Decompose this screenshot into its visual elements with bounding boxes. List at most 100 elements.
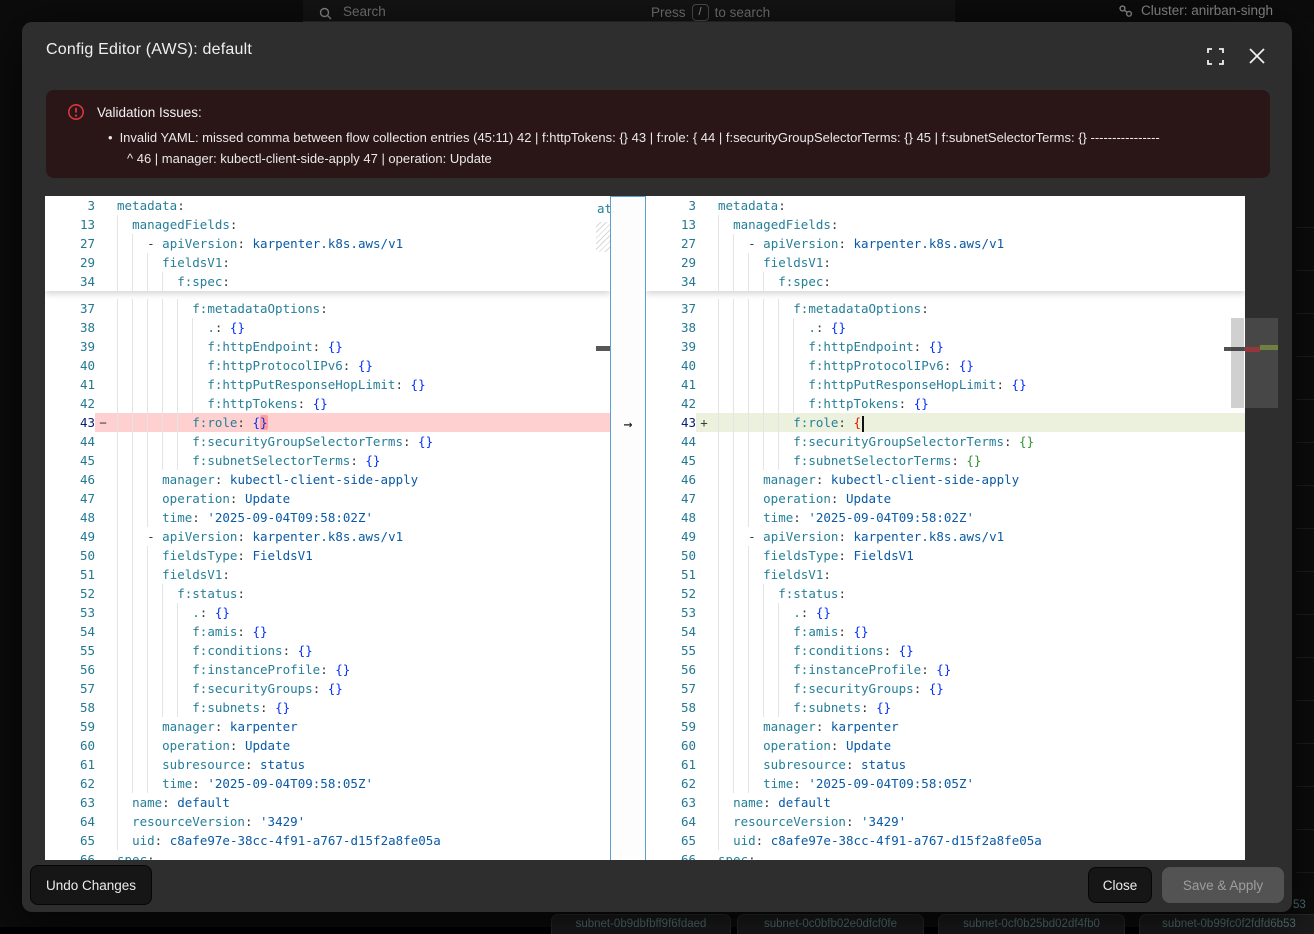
code-line-text[interactable]: uid: c8afe97e-38cc-4f91-a767-d15f2a8fe05…	[111, 831, 610, 850]
code-line-text[interactable]: fieldsType: FieldsV1	[712, 546, 1245, 565]
code-line-text[interactable]: spec:	[712, 850, 1245, 860]
indent-guide	[748, 565, 749, 584]
code-line-text[interactable]: fieldsV1:	[111, 565, 610, 584]
original-editor[interactable]: 3metadata:13 managedFields:27 - apiVersi…	[45, 196, 610, 860]
code-line-text[interactable]: operation: Update	[712, 736, 1245, 755]
code-line-text[interactable]: - apiVersion: karpenter.k8s.aws/v1	[712, 527, 1245, 546]
code-line-text[interactable]: operation: Update	[111, 736, 610, 755]
code-line-text[interactable]: f:metadataOptions:	[111, 299, 610, 318]
indent-guide	[162, 337, 163, 356]
diff-marker	[95, 318, 111, 337]
code-line-text[interactable]: subresource: status	[712, 755, 1245, 774]
code-line-text[interactable]: f:subnetSelectorTerms: {}	[111, 451, 610, 470]
fullscreen-button[interactable]	[1202, 43, 1228, 69]
code-lines[interactable]: 37 f:metadataOptions:38 .: {}39 f:httpEn…	[45, 291, 610, 860]
subnet-chip[interactable]: subnet-0c0bfb02e0dfcf0fe	[737, 914, 924, 934]
code-line-text[interactable]: f:httpProtocolIPv6: {}	[712, 356, 1245, 375]
code-line-text[interactable]: f:subnetSelectorTerms: {}	[712, 451, 1245, 470]
close-button[interactable]: Close	[1088, 867, 1152, 903]
code-line-text[interactable]: manager: kubectl-client-side-apply	[712, 470, 1245, 489]
code-line-text[interactable]: f:subnets: {}	[712, 698, 1245, 717]
code-line-text[interactable]: time: '2025-09-04T09:58:05Z'	[712, 774, 1245, 793]
code-line-text[interactable]: f:conditions: {}	[712, 641, 1245, 660]
sticky-scroll[interactable]: 3metadata:13 managedFields:27 - apiVersi…	[45, 196, 610, 291]
sticky-scroll[interactable]: 3metadata:13 managedFields:27 - apiVersi…	[646, 196, 1245, 291]
code-line-text[interactable]: f:securityGroupSelectorTerms: {}	[111, 432, 610, 451]
code-line-text[interactable]: f:subnets: {}	[111, 698, 610, 717]
save-apply-button[interactable]: Save & Apply	[1162, 867, 1284, 903]
code-line-text[interactable]: f:conditions: {}	[111, 641, 610, 660]
overview-ruler-slider[interactable]	[1245, 318, 1278, 408]
code-line-text[interactable]: f:role: {}	[111, 413, 610, 432]
code-line-text[interactable]: f:metadataOptions:	[712, 299, 1245, 318]
code-line-text[interactable]: name: default	[712, 793, 1245, 812]
apply-change-arrow-button[interactable]: →	[611, 414, 645, 433]
subnet-chip[interactable]: subnet-0cf0b25bd02df4fb0	[938, 914, 1125, 934]
code-line-text[interactable]: f:securityGroupSelectorTerms: {}	[712, 432, 1245, 451]
code-line-text[interactable]: f:role: {	[712, 413, 1245, 432]
code-line-text[interactable]: operation: Update	[111, 489, 610, 508]
diff-editor[interactable]: 3metadata:13 managedFields:27 - apiVersi…	[45, 196, 1245, 860]
code-line-text[interactable]: f:instanceProfile: {}	[111, 660, 610, 679]
code-line-text[interactable]: f:httpProtocolIPv6: {}	[111, 356, 610, 375]
code-line-text[interactable]: manager: kubectl-client-side-apply	[111, 470, 610, 489]
code-line-text[interactable]: .: {}	[111, 603, 610, 622]
code-line-text[interactable]: name: default	[111, 793, 610, 812]
line-number: 62	[45, 774, 95, 793]
code-line-text[interactable]: time: '2025-09-04T09:58:02Z'	[111, 508, 610, 527]
subnet-chip[interactable]: subnet-0b9dbfbff9f6fdaed	[551, 914, 731, 934]
code-line-text[interactable]: resourceVersion: '3429'	[111, 812, 610, 831]
code-line-text[interactable]: f:status:	[111, 584, 610, 603]
code-line-text[interactable]: metadata:	[712, 196, 1245, 215]
code-line-text[interactable]: .: {}	[111, 318, 610, 337]
cluster-indicator[interactable]: Cluster: anirban-singh	[1118, 3, 1273, 18]
cluster-label: Cluster: anirban-singh	[1141, 3, 1273, 18]
code-line-text[interactable]: f:httpPutResponseHopLimit: {}	[712, 375, 1245, 394]
code-line-text[interactable]: fieldsV1:	[712, 253, 1245, 272]
code-line-text[interactable]: f:httpTokens: {}	[712, 394, 1245, 413]
code-line-text[interactable]: fieldsV1:	[111, 253, 610, 272]
modified-editor-scrollbar-slider[interactable]	[1231, 318, 1244, 408]
code-lines[interactable]: 37 f:metadataOptions:38 .: {}39 f:httpEn…	[646, 291, 1245, 860]
code-line-text[interactable]: f:httpPutResponseHopLimit: {}	[111, 375, 610, 394]
code-line-text[interactable]: time: '2025-09-04T09:58:05Z'	[111, 774, 610, 793]
code-line-text[interactable]: spec:	[111, 850, 610, 860]
code-line-text[interactable]: manager: karpenter	[712, 717, 1245, 736]
global-search-box[interactable]: Search Press / to search	[303, 0, 955, 22]
code-line-text[interactable]: uid: c8afe97e-38cc-4f91-a767-d15f2a8fe05…	[712, 831, 1245, 850]
code-line-text[interactable]: f:spec:	[111, 272, 610, 291]
code-line-text[interactable]: f:status:	[712, 584, 1245, 603]
undo-changes-button[interactable]: Undo Changes	[30, 865, 152, 905]
code-line-text[interactable]: f:amis: {}	[712, 622, 1245, 641]
code-line-text[interactable]: f:securityGroups: {}	[712, 679, 1245, 698]
code-line-text[interactable]: - apiVersion: karpenter.k8s.aws/v1	[111, 527, 610, 546]
code-line-text[interactable]: .: {}	[712, 318, 1245, 337]
indent-guide	[177, 622, 178, 641]
diff-marker	[95, 622, 111, 641]
code-line-text[interactable]: managedFields:	[111, 215, 610, 234]
modal-close-button[interactable]	[1244, 43, 1270, 69]
subnet-chip[interactable]: subnet-0b99fc0f2fdfd6b53	[1139, 914, 1314, 934]
code-line-text[interactable]: f:httpTokens: {}	[111, 394, 610, 413]
code-line-text[interactable]: fieldsV1:	[712, 565, 1245, 584]
code-line-text[interactable]: fieldsType: FieldsV1	[111, 546, 610, 565]
indent-guide	[147, 413, 148, 432]
modified-editor[interactable]: 3metadata:13 managedFields:27 - apiVersi…	[646, 196, 1245, 860]
code-line-text[interactable]: f:securityGroups: {}	[111, 679, 610, 698]
code-line-text[interactable]: f:instanceProfile: {}	[712, 660, 1245, 679]
code-line-text[interactable]: f:amis: {}	[111, 622, 610, 641]
code-line-text[interactable]: managedFields:	[712, 215, 1245, 234]
code-line-text[interactable]: - apiVersion: karpenter.k8s.aws/v1	[111, 234, 610, 253]
code-line-text[interactable]: f:httpEndpoint: {}	[111, 337, 610, 356]
code-line-text[interactable]: metadata:	[111, 196, 610, 215]
code-line-text[interactable]: .: {}	[712, 603, 1245, 622]
code-line-text[interactable]: - apiVersion: karpenter.k8s.aws/v1	[712, 234, 1245, 253]
code-line-text[interactable]: subresource: status	[111, 755, 610, 774]
code-line-text[interactable]: manager: karpenter	[111, 717, 610, 736]
code-line-text[interactable]: operation: Update	[712, 489, 1245, 508]
code-line-text[interactable]: f:spec:	[712, 272, 1245, 291]
indent-guide	[793, 375, 794, 394]
code-line-text[interactable]: time: '2025-09-04T09:58:02Z'	[712, 508, 1245, 527]
code-line-text[interactable]: resourceVersion: '3429'	[712, 812, 1245, 831]
code-line-text[interactable]: f:httpEndpoint: {}	[712, 337, 1245, 356]
